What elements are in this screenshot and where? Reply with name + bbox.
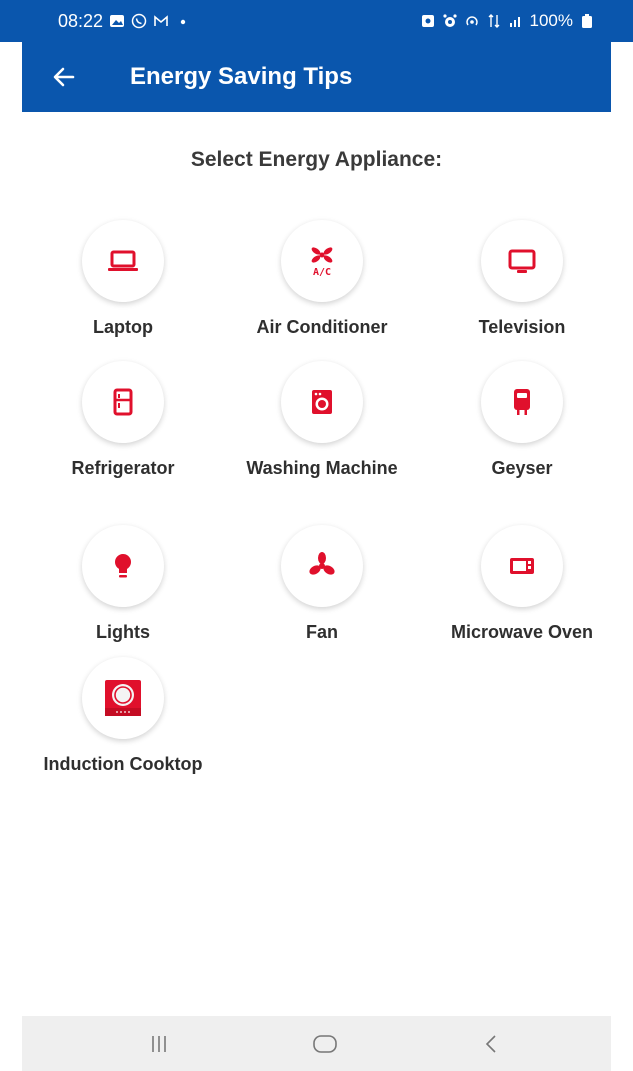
nfc-icon <box>421 15 434 27</box>
status-time: 08:22 <box>58 10 104 31</box>
appliance-icon-circle[interactable] <box>82 220 164 302</box>
alarm-icon <box>442 14 457 27</box>
section-title: Select Energy Appliance: <box>190 148 443 171</box>
gallery-icon <box>110 15 125 27</box>
recents-icon <box>152 1036 166 1052</box>
appliance-microwave-oven[interactable]: Microwave Oven <box>432 525 612 643</box>
status-right: 100% <box>420 0 595 42</box>
system-nav-bar <box>22 1016 611 1071</box>
status-bar: 08:22 100% <box>0 0 633 42</box>
arrow-left-icon <box>53 67 75 87</box>
cooktop-icon <box>105 680 141 716</box>
geyser-icon <box>514 389 530 415</box>
battery-text: 100% <box>529 11 573 30</box>
appliance-label: Washing Machine <box>246 458 398 478</box>
dot-icon <box>180 19 186 25</box>
appliance-label: Lights <box>96 622 150 642</box>
page-title: Energy Saving Tips <box>130 63 353 90</box>
appliance-label: Induction Cooktop <box>43 754 203 774</box>
nav-back-button[interactable] <box>462 1024 522 1064</box>
appliance-air-conditioner[interactable]: A/C Air Conditioner <box>232 220 412 338</box>
appliance-fan[interactable]: Fan <box>232 525 412 643</box>
appliance-induction-cooktop[interactable]: Induction Cooktop <box>33 657 213 775</box>
fan-icon <box>309 552 335 575</box>
fridge-icon <box>113 388 133 416</box>
back-icon <box>485 1035 496 1053</box>
appliance-refrigerator[interactable]: Refrigerator <box>33 361 213 479</box>
appliance-icon-circle[interactable] <box>281 361 363 443</box>
battery-icon <box>582 14 592 28</box>
appliance-icon-circle[interactable]: A/C <box>281 220 363 302</box>
appliance-label: Air Conditioner <box>256 317 388 337</box>
appliance-label: Microwave Oven <box>450 622 594 642</box>
appliance-icon-circle[interactable] <box>481 220 563 302</box>
appliance-washing-machine[interactable]: Washing Machine <box>232 361 412 479</box>
tv-icon <box>508 249 536 273</box>
ac-icon: A/C <box>311 247 333 278</box>
hotspot-icon <box>465 16 478 26</box>
appliance-icon-circle[interactable] <box>481 361 563 443</box>
appliance-television[interactable]: Television <box>432 220 612 338</box>
bulb-icon <box>115 554 131 578</box>
appliance-icon-circle[interactable] <box>82 657 164 739</box>
appliance-label: Fan <box>305 622 338 642</box>
home-icon <box>313 1035 337 1053</box>
appliance-laptop[interactable]: Laptop <box>33 220 213 338</box>
gmail-icon <box>154 15 168 26</box>
whatsapp-icon <box>131 13 147 29</box>
signal-icon <box>509 17 520 27</box>
appliance-geyser[interactable]: Geyser <box>432 361 612 479</box>
appliance-label: Refrigerator <box>71 458 175 478</box>
back-button[interactable] <box>44 57 84 97</box>
microwave-icon <box>510 558 534 574</box>
status-left: 08:22 <box>58 0 191 42</box>
recents-button[interactable] <box>129 1024 189 1064</box>
laptop-icon <box>108 250 138 271</box>
appliance-label: Laptop <box>93 317 153 337</box>
svg-text:A/C: A/C <box>313 267 331 278</box>
appliance-label: Geyser <box>491 458 553 478</box>
appliance-label: Television <box>478 317 566 337</box>
appliance-icon-circle[interactable] <box>281 525 363 607</box>
data-icon <box>488 14 500 28</box>
appliance-icon-circle[interactable] <box>481 525 563 607</box>
washing-machine-icon <box>312 390 332 414</box>
home-button[interactable] <box>295 1024 355 1064</box>
appliance-lights[interactable]: Lights <box>33 525 213 643</box>
appliance-icon-circle[interactable] <box>82 525 164 607</box>
appliance-icon-circle[interactable] <box>82 361 164 443</box>
app-bar: Energy Saving Tips <box>22 42 611 112</box>
